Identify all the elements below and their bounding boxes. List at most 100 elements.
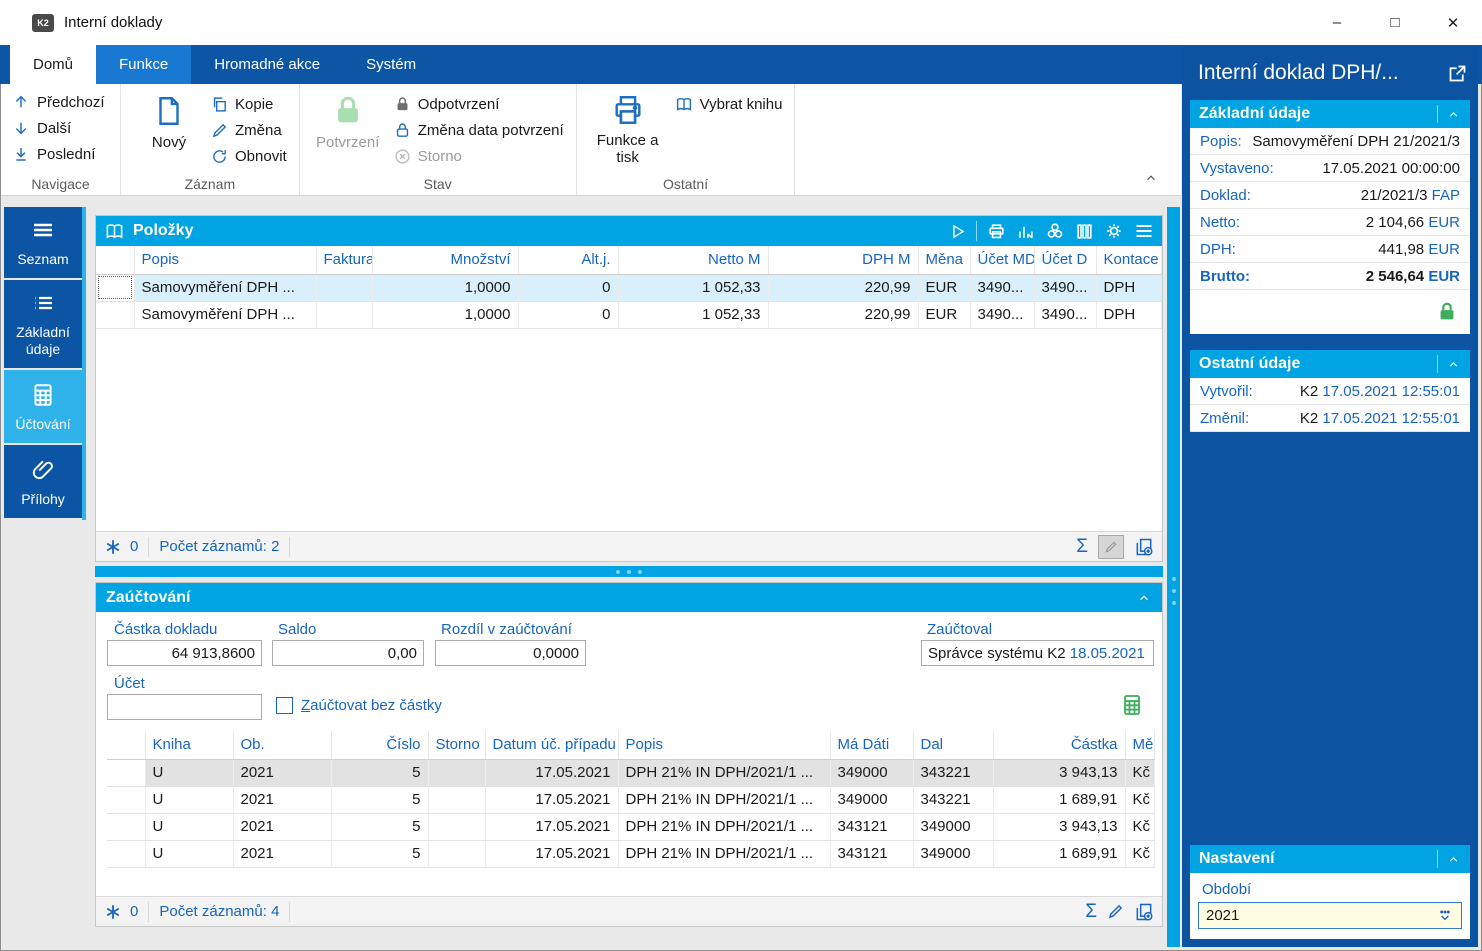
copy-button[interactable]: Kopie — [211, 91, 287, 117]
collapse-section-icon[interactable] — [1446, 358, 1461, 371]
copy-add-icon[interactable] — [1134, 537, 1154, 557]
column-header[interactable]: Částka — [993, 731, 1125, 759]
detail-list-icon — [8, 292, 78, 316]
tab-hromadne-akce[interactable]: Hromadné akce — [191, 45, 343, 84]
obdobi-value: 2021 — [1206, 907, 1239, 924]
confirm-button[interactable]: Potvrzení — [312, 89, 384, 173]
chart-icon[interactable] — [1016, 222, 1035, 241]
status-separator — [148, 902, 149, 922]
refresh-button[interactable]: Obnovit — [211, 143, 287, 169]
unconfirm-button[interactable]: Odpotvrzení — [394, 91, 564, 117]
rozdil-field[interactable]: 0,0000 — [435, 640, 586, 666]
sum-icon[interactable]: Σ — [1085, 901, 1097, 923]
horizontal-splitter[interactable] — [95, 566, 1163, 577]
lock-dark-icon — [394, 96, 411, 113]
collapse-ribbon-button[interactable] — [1143, 171, 1159, 189]
previous-button[interactable]: Předchozí — [13, 89, 108, 115]
column-header[interactable]: Kontace — [1096, 246, 1162, 274]
clover-icon[interactable] — [1045, 221, 1065, 241]
minimize-button[interactable]: – — [1308, 0, 1366, 45]
ostatni-udaje-header: Ostatní údaje — [1190, 350, 1470, 378]
saldo-field[interactable]: 0,00 — [272, 640, 424, 666]
detail-field-row: Netto:2 104,66 EUR — [1190, 209, 1470, 236]
last-button[interactable]: Poslední — [13, 141, 108, 167]
functions-print-button[interactable]: Funkce a tisk — [589, 89, 667, 173]
arrow-up-icon — [13, 94, 29, 110]
vertical-splitter[interactable] — [1167, 207, 1180, 947]
column-header[interactable]: Popis — [618, 731, 830, 759]
zauctoval-field[interactable]: Správce systému K2 18.05.2021 — [921, 640, 1154, 666]
column-header[interactable]: Netto M — [618, 246, 768, 274]
dropdown-icon[interactable] — [1436, 908, 1454, 924]
menu-icon[interactable] — [1134, 221, 1154, 241]
sidebar-item-uctovani[interactable]: Účtování — [4, 370, 82, 443]
table-row[interactable]: U2021517.05.2021DPH 21% IN DPH/2021/1 ..… — [107, 840, 1155, 867]
sidebar-item-zakladni-udaje[interactable]: Základní údaje — [4, 280, 82, 368]
table-row[interactable]: U2021517.05.2021DPH 21% IN DPH/2021/1 ..… — [107, 786, 1155, 813]
column-header[interactable]: Účet MD — [970, 246, 1034, 274]
zauctovat-bez-castky-checkbox[interactable]: Zaúčtovat bez částky — [276, 697, 442, 714]
column-header[interactable]: Kniha — [145, 731, 233, 759]
column-header[interactable]: Účet D — [1034, 246, 1096, 274]
storno-label: Storno — [418, 148, 462, 165]
storno-button[interactable]: Storno — [394, 143, 564, 169]
table-row[interactable]: Samovyměření DPH ...1,000001 052,33220,9… — [96, 274, 1162, 301]
collapse-section-icon[interactable] — [1136, 591, 1152, 605]
row-selector[interactable] — [107, 786, 145, 813]
checkbox-box[interactable] — [276, 697, 293, 714]
obdobi-field[interactable]: 2021 — [1198, 902, 1462, 929]
maximize-button[interactable]: □ — [1366, 0, 1424, 45]
nastaveni-card: Nastavení Období 2021 — [1190, 845, 1470, 939]
open-external-icon[interactable] — [1447, 63, 1468, 84]
column-header[interactable]: Číslo — [331, 731, 428, 759]
print-icon[interactable] — [987, 222, 1006, 241]
collapse-section-icon[interactable] — [1446, 853, 1461, 866]
table-row[interactable]: Samovyměření DPH ...1,000001 052,33220,9… — [96, 301, 1162, 328]
row-selector[interactable] — [96, 301, 134, 328]
ucet-field[interactable] — [107, 694, 262, 720]
change-confirm-date-button[interactable]: Změna data potvrzení — [394, 117, 564, 143]
column-header[interactable]: Měna — [918, 246, 970, 274]
column-header[interactable]: Faktura — [316, 246, 372, 274]
close-button[interactable]: ✕ — [1424, 0, 1482, 45]
table-row[interactable]: U2021517.05.2021DPH 21% IN DPH/2021/1 ..… — [107, 759, 1155, 786]
column-header[interactable]: Ob. — [233, 731, 331, 759]
column-header[interactable]: Dal — [913, 731, 993, 759]
castka-dokladu-field[interactable]: 64 913,8600 — [107, 640, 262, 666]
settings-gear-icon[interactable] — [1104, 221, 1124, 241]
column-header[interactable]: Má Dáti — [830, 731, 913, 759]
ucet-label: Účet — [114, 675, 145, 692]
sidebar-item-prilohy[interactable]: Přílohy — [4, 445, 82, 518]
edit-button[interactable]: Změna — [211, 117, 287, 143]
table-row[interactable]: U2021517.05.2021DPH 21% IN DPH/2021/1 ..… — [107, 813, 1155, 840]
collapse-section-icon[interactable] — [1446, 108, 1461, 121]
run-icon[interactable] — [949, 223, 966, 240]
calculator-icon[interactable] — [1120, 692, 1144, 718]
copy-add-icon[interactable] — [1134, 902, 1154, 922]
row-selector[interactable] — [96, 274, 134, 301]
sum-icon[interactable]: Σ — [1076, 536, 1088, 558]
ostatni-udaje-fields: Vytvořil:K2 17.05.2021 12:55:01Změnil:K2… — [1190, 378, 1470, 432]
column-header[interactable]: DPH M — [768, 246, 918, 274]
column-header[interactable]: Popis — [134, 246, 316, 274]
row-selector[interactable] — [107, 840, 145, 867]
column-header[interactable]: Měna — [1125, 731, 1155, 759]
tab-funkce[interactable]: Funkce — [96, 45, 191, 84]
next-button[interactable]: Další — [13, 115, 108, 141]
edit-icon[interactable] — [1107, 903, 1124, 920]
select-book-button[interactable]: Vybrat knihu — [675, 91, 783, 117]
column-header[interactable]: Množství — [372, 246, 518, 274]
zauctovani-panel: Zaúčtování Částka dokladu 64 913,8600 Sa… — [95, 582, 1163, 927]
column-header[interactable]: Storno — [428, 731, 485, 759]
tab-system[interactable]: Systém — [343, 45, 439, 84]
tab-domu[interactable]: Domů — [10, 45, 96, 84]
sidebar-item-seznam[interactable]: Seznam — [4, 207, 82, 278]
new-button[interactable]: Nový — [133, 89, 205, 173]
row-selector[interactable] — [107, 813, 145, 840]
column-header[interactable]: Datum úč. případu — [485, 731, 618, 759]
sidebar-item-label: Přílohy — [8, 491, 78, 508]
row-selector[interactable] — [107, 759, 145, 786]
columns-icon[interactable] — [1075, 222, 1094, 241]
column-header[interactable]: Alt.j. — [518, 246, 618, 274]
edit-disabled-icon — [1098, 535, 1124, 559]
